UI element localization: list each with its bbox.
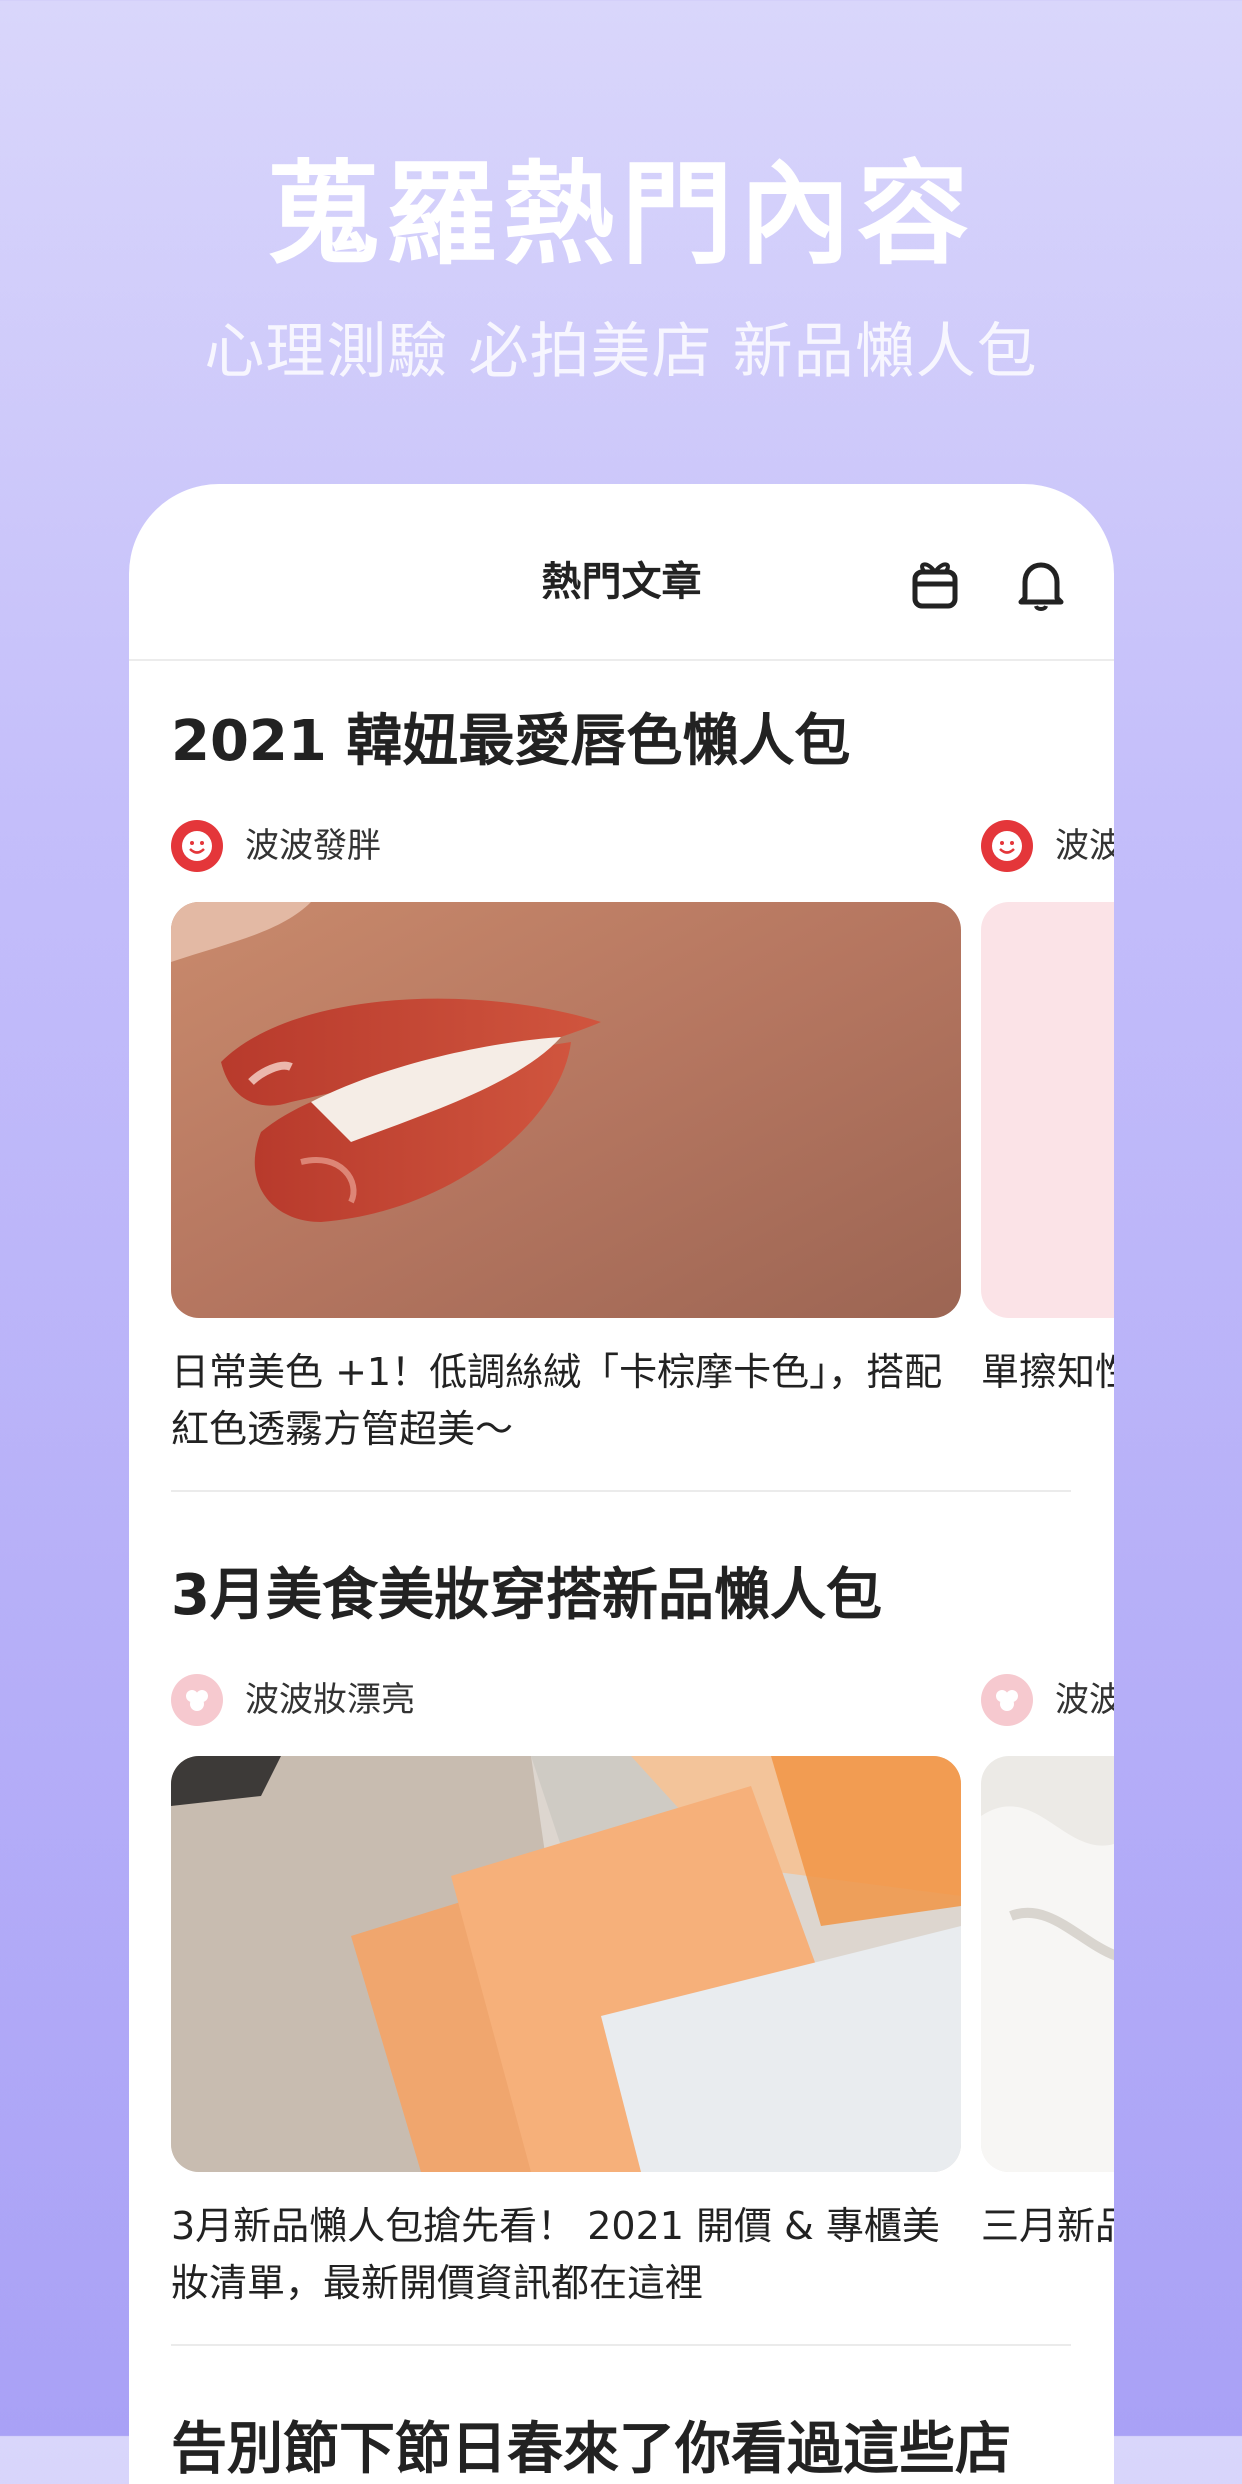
- section-title[interactable]: 告別節下節日春來了你看過這些店: [171, 2414, 1011, 2484]
- phone-frame: 熱門文章 2021 韓妞最愛唇色懶人包 波波發胖 日常美色 +1！低調絲絨「卡棕…: [129, 484, 1114, 2484]
- section-title[interactable]: 2021 韓妞最愛唇色懶人包: [171, 706, 850, 778]
- nav-title: 熱門文章: [541, 559, 702, 605]
- section-divider: [171, 1490, 1071, 1492]
- article-text[interactable]: 日常美色 +1！低調絲絨「卡棕摩卡色」，搭配紅色透霧方管超美～: [171, 1344, 961, 1458]
- hero-title: 蒐羅熱門內容: [267, 150, 975, 280]
- bell-icon[interactable]: [1011, 554, 1071, 614]
- avatar: [981, 1674, 1033, 1726]
- article-text[interactable]: 單擦知性裸奶茶色: [981, 1344, 1114, 1401]
- avatar: [171, 1674, 223, 1726]
- section-title[interactable]: 3月美食美妝穿搭新品懶人包: [171, 1560, 882, 1632]
- article-text[interactable]: 三月新品在這，: [981, 2198, 1114, 2255]
- article-image[interactable]: [171, 902, 961, 1318]
- author-name[interactable]: 波波發胖: [245, 822, 381, 870]
- avatar: [171, 820, 223, 872]
- section-divider: [171, 2344, 1071, 2346]
- article-image[interactable]: [981, 1756, 1114, 2172]
- avatar: [981, 820, 1033, 872]
- gift-icon[interactable]: [905, 554, 965, 614]
- article-text[interactable]: 3月新品懶人包搶先看！ 2021 開價 & 專櫃美妝清單，最新開價資訊都在這裡: [171, 2198, 961, 2312]
- author-name[interactable]: 波波: [1055, 822, 1114, 870]
- article-image[interactable]: [981, 902, 1114, 1318]
- author-name[interactable]: 波波妝漂亮: [245, 1676, 415, 1724]
- article-image[interactable]: [171, 1756, 961, 2172]
- hero-subtitle: 心理測驗 必拍美店 新品懶人包: [204, 317, 1038, 387]
- author-name[interactable]: 波波: [1055, 1676, 1114, 1724]
- top-nav: 熱門文章: [129, 484, 1114, 661]
